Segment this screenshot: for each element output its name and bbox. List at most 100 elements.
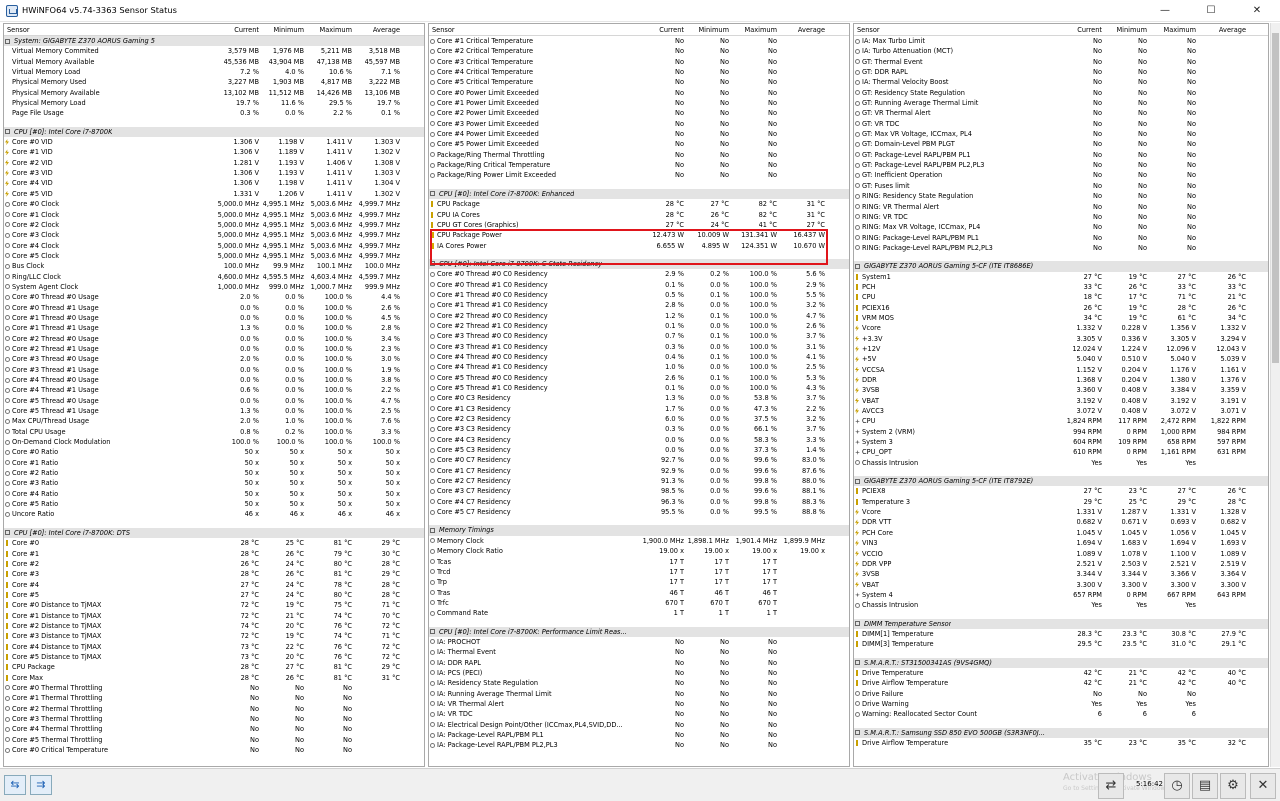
sensor-row[interactable]: Core #4 27 °C 24 °C 78 °C 28 °C — [4, 580, 424, 590]
sensor-row[interactable]: Physical Memory Available 13,102 MB 11,512… — [4, 88, 424, 98]
sensor-group-header[interactable]: CPU [#0]: Intel Core i7-8700K: DTS — [4, 527, 424, 539]
sensor-group-header[interactable]: CPU [#0]: Intel Core i7-8700K: C-State R… — [429, 258, 849, 270]
sensor-row[interactable]: Core #5 Ratio 50 x 50 x 50 x 50 x — [4, 499, 424, 509]
sensor-group-header[interactable]: GIGABYTE Z370 AORUS Gaming 5-CF (ITE IT8… — [854, 476, 1268, 487]
sensor-row[interactable]: DIMM[1] Temperature 28.3 °C 23.3 °C 30.8 °C… — [854, 629, 1268, 639]
sensor-row[interactable]: Package/Ring Power Limit Exceeded No No No — [429, 170, 849, 180]
sensor-row[interactable]: Core #2 Power Limit Exceeded No No No — [429, 108, 849, 118]
sensor-row[interactable]: Core #0 Clock 5,000.0 MHz 4,995.1 MHz 5,003… — [4, 199, 424, 209]
sensor-row[interactable]: GT: Fuses limit No No No — [854, 181, 1268, 191]
sensor-row[interactable]: System1 27 °C 19 °C 27 °C 26 °C — [854, 272, 1268, 282]
sensor-row[interactable]: Core #3 Clock 5,000.0 MHz 4,995.1 MHz 5,003… — [4, 230, 424, 240]
sensor-row[interactable]: Core #1 VID 1.306 V 1.189 V 1.411 V 1.302 V — [4, 147, 424, 157]
sensor-row[interactable]: IA: Residency State Regulation No No No — [429, 678, 849, 688]
sensor-row[interactable]: Bus Clock 100.0 MHz 99.9 MHz 100.1 MHz 100.0… — [4, 261, 424, 271]
sensor-row[interactable]: Drive Warning Yes Yes Yes — [854, 699, 1268, 709]
sensor-row[interactable]: Chassis Intrusion Yes Yes Yes — [854, 600, 1268, 610]
sensor-row[interactable]: Core #2 C7 Residency 91.3 % 0.0 % 99.8 % 88.… — [429, 476, 849, 486]
sensor-row[interactable]: Core #5 Thread #0 Usage 0.0 % 0.0 % 100.0 %… — [4, 396, 424, 406]
sensor-row[interactable]: PCH Core 1.045 V 1.045 V 1.056 V 1.045 V — [854, 528, 1268, 538]
sensor-row[interactable]: Max CPU/Thread Usage 2.0 % 1.0 % 100.0 % 7.6… — [4, 416, 424, 426]
sensor-group-header[interactable]: Memory Timings — [429, 525, 849, 536]
sensor-row[interactable]: RING: Package-Level RAPL/PBM PL2,PL3 No No… — [854, 243, 1268, 253]
sensor-row[interactable]: Core #1 Clock 5,000.0 MHz 4,995.1 MHz 5,003… — [4, 210, 424, 220]
sensor-row[interactable]: Core #4 C7 Residency 96.3 % 0.0 % 99.8 % 88.… — [429, 497, 849, 507]
sensor-row[interactable]: IA: Max Turbo Limit No No No — [854, 36, 1268, 46]
scrollbar-thumb[interactable] — [1272, 33, 1279, 363]
sensor-row[interactable]: Core #2 VID 1.281 V 1.193 V 1.406 V 1.308 V — [4, 158, 424, 168]
sensor-row[interactable]: Core #2 Thread #1 Usage 0.0 % 0.0 % 100.0 %… — [4, 344, 424, 354]
sensor-row[interactable]: CPU_OPT 610 RPM 0 RPM 1,161 RPM 631 RPM — [854, 447, 1268, 457]
clock-icon[interactable]: ◷ — [1164, 773, 1190, 799]
sensor-row[interactable]: +5V 5.040 V 0.510 V 5.040 V 5.039 V — [854, 354, 1268, 364]
sensor-row[interactable]: Core #2 Critical Temperature No No No — [429, 46, 849, 56]
sensor-row[interactable]: Core #2 Thread #1 C0 Residency 0.1 % 0.0 %… — [429, 321, 849, 331]
sensor-row[interactable]: Core #3 Thread #1 C0 Residency 0.3 % 0.0 %… — [429, 342, 849, 352]
sensor-row[interactable]: Core #3 C7 Residency 98.5 % 0.0 % 99.6 % 88.… — [429, 486, 849, 496]
sensor-row[interactable]: CPU GT Cores (Graphics) 27 °C 24 °C 41 °C 27… — [429, 220, 849, 230]
column-header[interactable]: Sensor Current Minimum Maximum Average — [854, 24, 1268, 36]
sensor-row[interactable]: Total CPU Usage 0.8 % 0.2 % 100.0 % 3.3 % — [4, 427, 424, 437]
sensor-row[interactable]: System 3 604 RPM 109 RPM 658 RPM 597 RPM — [854, 437, 1268, 447]
sensor-row[interactable]: Core #2 26 °C 24 °C 80 °C 28 °C — [4, 559, 424, 569]
sensor-row[interactable]: PCIEX8 27 °C 23 °C 27 °C 26 °C — [854, 486, 1268, 496]
header-sensor[interactable]: Sensor — [7, 24, 30, 36]
sensor-row[interactable]: PCH 33 °C 26 °C 33 °C 33 °C — [854, 282, 1268, 292]
sensor-row[interactable]: Ring/LLC Clock 4,600.0 MHz 4,595.5 MHz 4,60… — [4, 272, 424, 282]
add-report-icon[interactable]: ▤ — [1192, 773, 1218, 799]
sensor-row[interactable]: GT: VR Thermal Alert No No No — [854, 108, 1268, 118]
collapse-arrows-icon[interactable]: ⇆ — [4, 775, 26, 795]
sensor-row[interactable]: Chassis Intrusion Yes Yes Yes — [854, 458, 1268, 468]
sensor-row[interactable]: Core #0 Ratio 50 x 50 x 50 x 50 x — [4, 447, 424, 457]
column-header[interactable]: Sensor Current Minimum Maximum Average — [429, 24, 849, 36]
sensor-row[interactable]: Drive Temperature 42 °C 21 °C 42 °C 40 °C — [854, 668, 1268, 678]
sensor-row[interactable]: Core #1 28 °C 26 °C 79 °C 30 °C — [4, 549, 424, 559]
header-minimum[interactable]: Minimum — [273, 24, 304, 36]
sensor-row[interactable]: Core #0 Thread #1 C0 Residency 0.1 % 0.0 %… — [429, 280, 849, 290]
sensor-row[interactable]: Core #1 C3 Residency 1.7 % 0.0 % 47.3 % 2.2 … — [429, 404, 849, 414]
sensor-row[interactable]: Core #0 Thread #1 Usage 0.0 % 0.0 % 100.0 %… — [4, 303, 424, 313]
sensor-row[interactable]: VBAT 3.192 V 0.408 V 3.192 V 3.191 V — [854, 396, 1268, 406]
close-button[interactable]: ✕ — [1234, 0, 1280, 22]
sensor-group-header[interactable]: S.M.A.R.T.: ST31500341AS (9VS4GMQ) — [854, 657, 1268, 668]
sensor-row[interactable]: Core #2 C3 Residency 6.0 % 0.0 % 37.5 % 3.2 … — [429, 414, 849, 424]
sensor-row[interactable]: System Agent Clock 1,000.0 MHz 999.0 MHz 1,… — [4, 282, 424, 292]
sensor-row[interactable]: Core #5 27 °C 24 °C 80 °C 28 °C — [4, 590, 424, 600]
network-icon[interactable]: ⇄ — [1098, 773, 1124, 799]
header-maximum[interactable]: Maximum — [745, 24, 778, 36]
sensor-row[interactable]: Core #3 C3 Residency 0.3 % 0.0 % 66.1 % 3.7 … — [429, 424, 849, 434]
settings-icon[interactable]: ⚙ — [1220, 773, 1246, 799]
expand-arrows-icon[interactable]: ⇉ — [30, 775, 52, 795]
header-average[interactable]: Average — [1219, 24, 1246, 36]
sensor-row[interactable]: Core #3 Ratio 50 x 50 x 50 x 50 x — [4, 478, 424, 488]
sensor-row[interactable]: VCCIO 1.089 V 1.078 V 1.100 V 1.089 V — [854, 549, 1268, 559]
header-average[interactable]: Average — [798, 24, 825, 36]
sensor-row[interactable]: Uncore Ratio 46 x 46 x 46 x 46 x — [4, 509, 424, 519]
sensor-row[interactable]: GT: Thermal Event No No No — [854, 57, 1268, 67]
sensor-row[interactable]: Memory Clock Ratio 19.00 x 19.00 x 19.00 x 1… — [429, 546, 849, 556]
sensor-row[interactable]: Page File Usage 0.3 % 0.0 % 2.2 % 0.1 % — [4, 108, 424, 118]
header-current[interactable]: Current — [1077, 24, 1102, 36]
sensor-row[interactable]: Core #4 Critical Temperature No No No — [429, 67, 849, 77]
sensor-row[interactable]: System 2 (VRM) 994 RPM 0 RPM 1,000 RPM 984 R… — [854, 427, 1268, 437]
sensor-row[interactable]: GT: Residency State Regulation No No No — [854, 88, 1268, 98]
sensor-row[interactable]: Core #4 Thread #0 Usage 0.0 % 0.0 % 100.0 %… — [4, 375, 424, 385]
sensor-panel-left[interactable]: Sensor Current Minimum Maximum Average System… — [3, 23, 425, 767]
sensor-row[interactable]: Core #1 C7 Residency 92.9 % 0.0 % 99.6 % 87.… — [429, 466, 849, 476]
sensor-row[interactable]: GT: Max VR Voltage, ICCmax, PL4 No No No — [854, 129, 1268, 139]
sensor-row[interactable]: VRM MOS 34 °C 19 °C 61 °C 34 °C — [854, 313, 1268, 323]
sensor-row[interactable]: GT: Domain-Level PBM PLGT No No No — [854, 139, 1268, 149]
sensor-group-header[interactable]: CPU [#0]: Intel Core i7-8700K — [4, 126, 424, 138]
sensor-row[interactable]: Core #0 VID 1.306 V 1.198 V 1.411 V 1.303 V — [4, 137, 424, 147]
sensor-row[interactable]: Core #1 Distance to TjMAX 72 °C 21 °C 74 °C… — [4, 611, 424, 621]
sensor-group-header[interactable]: CPU [#0]: Intel Core i7-8700K: Performan… — [429, 626, 849, 637]
sensor-row[interactable]: Core #2 Thermal Throttling No No No — [4, 704, 424, 714]
header-sensor[interactable]: Sensor — [857, 24, 880, 36]
sensor-row[interactable]: Virtual Memory Load 7.2 % 4.0 % 10.6 % 7.1 % — [4, 67, 424, 77]
sensor-group-header[interactable]: GIGABYTE Z370 AORUS Gaming 5-CF (ITE IT8… — [854, 261, 1268, 272]
sensor-row[interactable]: Warning: Reallocated Sector Count 6 6 6 — [854, 709, 1268, 719]
header-current[interactable]: Current — [234, 24, 259, 36]
sensor-row[interactable]: Core #3 Thermal Throttling No No No — [4, 714, 424, 724]
sensor-row[interactable]: Trcd 17 T 17 T 17 T — [429, 567, 849, 577]
sensor-row[interactable]: Core #0 28 °C 25 °C 81 °C 29 °C — [4, 538, 424, 548]
